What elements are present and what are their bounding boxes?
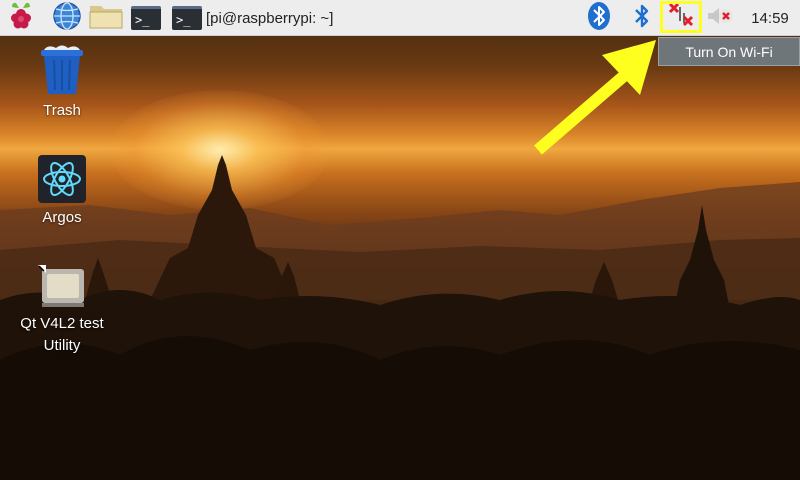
terminal-prompt-glyph: >_ xyxy=(176,12,191,27)
atom-icon xyxy=(38,155,86,203)
terminal-icon: >_ xyxy=(172,6,202,30)
globe-icon xyxy=(52,1,82,36)
webcam-icon xyxy=(38,265,86,309)
terminal-prompt-glyph: >_ xyxy=(135,12,150,27)
desktop-icon-label: Argos xyxy=(42,209,82,226)
terminal-icon: >_ xyxy=(131,6,161,30)
desktop[interactable]: Trash Argos Qt V4L2 test Utility >_ >_ [… xyxy=(0,0,800,480)
volume-tray-button[interactable] xyxy=(704,3,736,33)
raspberry-pi-logo-icon xyxy=(8,1,34,36)
taskbar-window-terminal[interactable]: >_ [pi@raspberrypi: ~] xyxy=(172,3,372,33)
bluetooth-tray-button[interactable] xyxy=(585,1,613,36)
folder-icon xyxy=(89,3,123,34)
wifi-highlight-box xyxy=(660,1,702,33)
desktop-icon-qt-v4l2[interactable]: Qt V4L2 test Utility xyxy=(0,265,124,357)
bluetooth-icon xyxy=(587,1,611,36)
trash-icon xyxy=(38,44,86,96)
desktop-icon-trash[interactable]: Trash xyxy=(0,44,124,122)
web-browser-button[interactable] xyxy=(50,1,84,36)
wifi-tooltip: Turn On Wi-Fi xyxy=(658,37,800,66)
desktop-icon-label: Qt V4L2 test Utility xyxy=(20,315,104,354)
desktop-icon-argos[interactable]: Argos xyxy=(0,155,124,229)
raspberry-menu-button[interactable] xyxy=(5,1,37,36)
bluetooth-status-button[interactable] xyxy=(630,3,654,33)
terminal-button[interactable]: >_ xyxy=(128,3,164,33)
taskbar: >_ >_ [pi@raspberrypi: ~] 14:59 xyxy=(0,0,800,36)
window-title: [pi@raspberrypi: ~] xyxy=(206,9,334,27)
volume-muted-icon xyxy=(706,5,734,32)
bluetooth-icon xyxy=(633,2,651,35)
desktop-icon-label: Trash xyxy=(43,102,81,119)
file-manager-button[interactable] xyxy=(88,3,124,33)
clock[interactable]: 14:59 xyxy=(740,0,800,36)
